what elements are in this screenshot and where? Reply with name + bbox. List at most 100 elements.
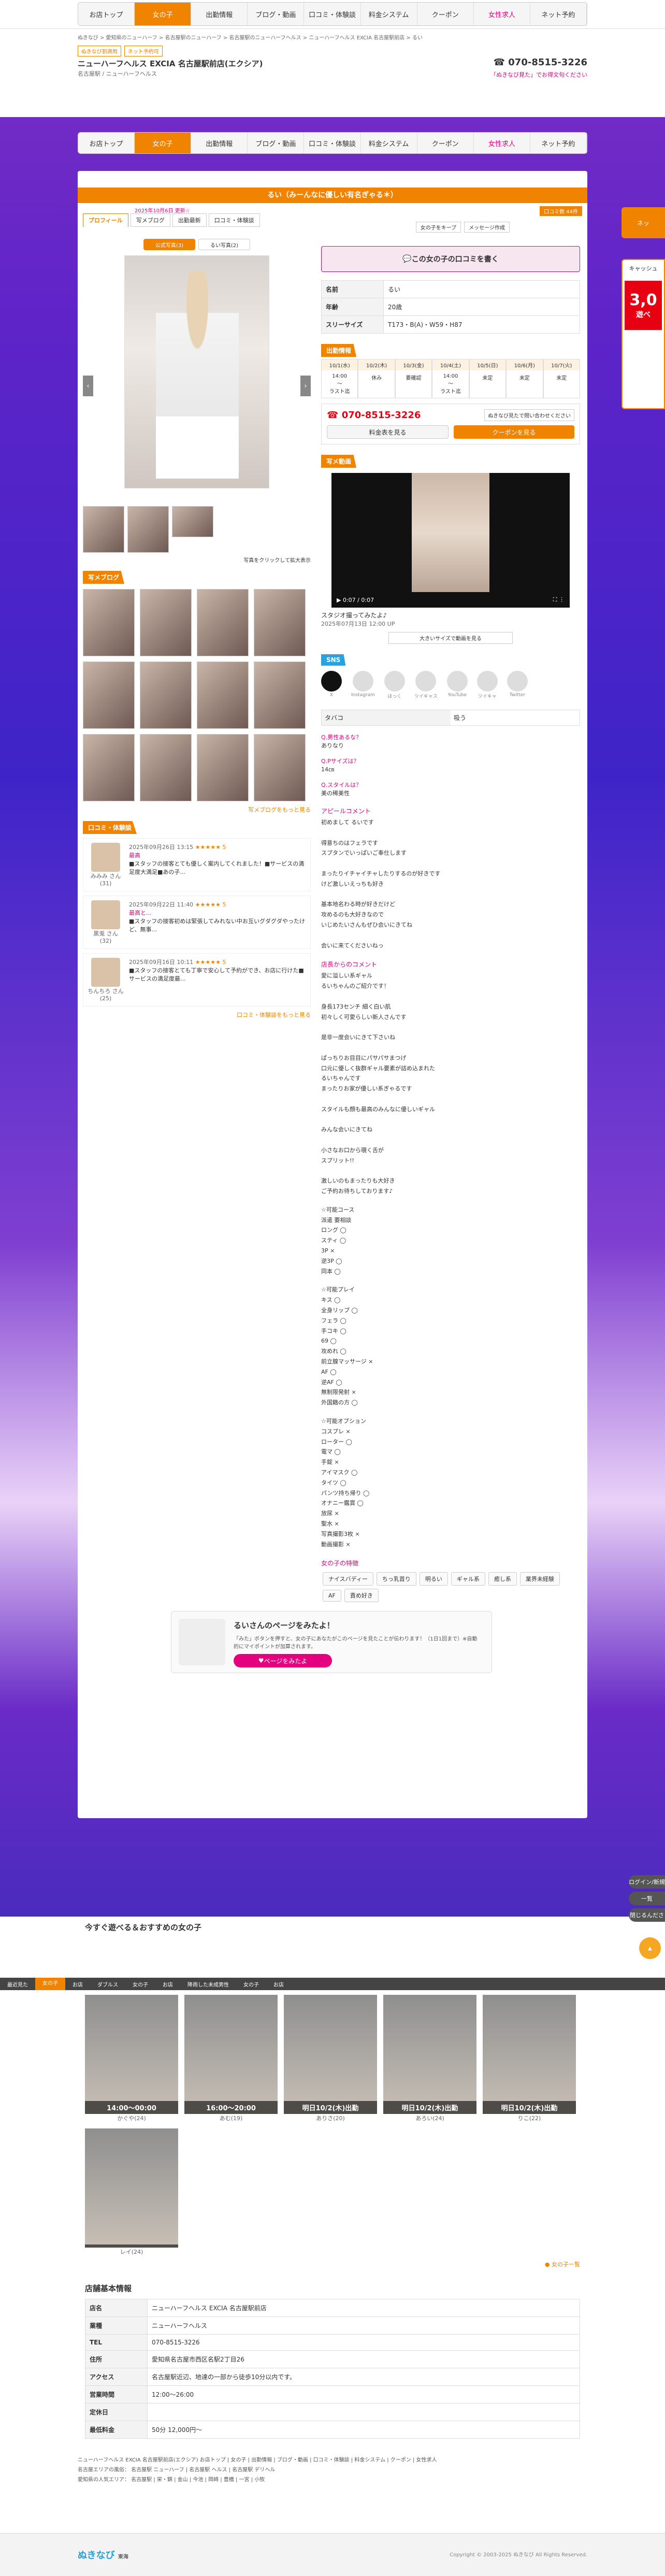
nav-schedule[interactable]: 出勤情報: [191, 3, 248, 25]
history-tab[interactable]: ダブルス: [90, 1980, 125, 1988]
recommend-girl[interactable]: 16:00〜20:00 あむ(19): [184, 1995, 278, 2122]
blog-thumb[interactable]: [197, 734, 249, 801]
right-ad-tab[interactable]: ネッ: [621, 207, 665, 238]
photo-thumb[interactable]: [83, 506, 124, 553]
scroll-top-button[interactable]: ▲: [639, 1937, 661, 1959]
history-tab[interactable]: 女の子: [35, 1978, 65, 1990]
recommend-girl[interactable]: レイ(24): [85, 2128, 178, 2256]
footer-shop-links[interactable]: ニューハーフヘルス EXCIA 名古屋駅前店(エクシア) お店トップ | 女の子…: [78, 2455, 587, 2465]
photo-thumb[interactable]: [172, 506, 213, 537]
sns-link[interactable]: X: [321, 671, 342, 699]
footer-area2[interactable]: 愛知県の人気エリア： 名古屋駅 | 栄・錦 | 金山 | 今池 | 岡崎 | 豊…: [78, 2475, 587, 2485]
blog-thumb[interactable]: [140, 734, 192, 801]
write-review-button[interactable]: 💬 この女の子の口コミを書く: [321, 246, 580, 272]
sns-link[interactable]: Instagram: [351, 671, 375, 699]
nav2-schedule[interactable]: 出勤情報: [191, 133, 248, 153]
nav-price[interactable]: 料金システム: [361, 3, 417, 25]
main-photo[interactable]: [124, 255, 269, 488]
blog-thumb[interactable]: [83, 661, 135, 729]
nav2-blog[interactable]: ブログ・動画: [248, 133, 305, 153]
feature-tag[interactable]: AF: [323, 1590, 341, 1602]
nav-shop-top[interactable]: お店トップ: [78, 3, 135, 25]
nav-girls[interactable]: 女の子: [135, 3, 192, 25]
footer-logo[interactable]: ぬきなび 東海: [78, 2548, 128, 2561]
history-tab[interactable]: お店: [155, 1980, 180, 1988]
blog-thumb[interactable]: [197, 589, 249, 656]
recommend-girl[interactable]: 明日10/2(木)出勤 りこ(22): [483, 1995, 576, 2122]
feature-tag[interactable]: 業界未経験: [519, 1572, 560, 1586]
side-close-button[interactable]: 閉じるんださ: [629, 1908, 665, 1922]
video-large-button[interactable]: 大きいサイズで動画を見る: [388, 632, 513, 644]
photo-prev-icon[interactable]: ‹: [83, 376, 93, 396]
side-list-button[interactable]: 一覧: [629, 1892, 665, 1905]
blog-thumb[interactable]: [140, 589, 192, 656]
feature-tag[interactable]: 明るい: [419, 1572, 448, 1586]
tab-reviews[interactable]: 口コミ・体験談: [208, 213, 260, 227]
nav-blog[interactable]: ブログ・動画: [248, 3, 305, 25]
nav2-shop-top[interactable]: お店トップ: [78, 133, 135, 153]
sns-link[interactable]: YouTube: [446, 671, 468, 699]
keep-girl-button[interactable]: 女の子をキープ: [415, 222, 461, 233]
sns-link[interactable]: ツイキャス: [414, 671, 438, 699]
review-item[interactable]: みみみ さん(31) 2025年09月26日 13:15 ★★★★★ 5 最高 ■スタ…: [83, 838, 311, 891]
recommend-girl[interactable]: 明日10/2(木)出勤 ありさ(20): [284, 1995, 377, 2122]
photo-blog-more-link[interactable]: 写メブログをもっと見る: [83, 805, 311, 814]
history-tab[interactable]: お店: [266, 1980, 291, 1988]
history-tab[interactable]: お店: [65, 1980, 90, 1988]
shop-name[interactable]: ニューハーフヘルス EXCIA 名古屋駅前店(エクシア): [78, 58, 263, 69]
blog-thumb[interactable]: [83, 589, 135, 656]
blog-thumb[interactable]: [254, 661, 306, 729]
blog-thumb[interactable]: [140, 661, 192, 729]
message-button[interactable]: メッセージ作成: [464, 222, 510, 233]
feature-tag[interactable]: 癒し系: [488, 1572, 517, 1586]
nav2-reviews[interactable]: 口コミ・体験談: [304, 133, 361, 153]
history-tab[interactable]: 女の子: [236, 1980, 266, 1988]
blog-thumb[interactable]: [254, 589, 306, 656]
price-table-button[interactable]: 料金表を見る: [327, 425, 449, 439]
video-play-icon[interactable]: ▶ 0:07 / 0:07: [337, 597, 374, 603]
call-tel[interactable]: ☎ 070-8515-3226: [327, 410, 421, 421]
nav2-coupon[interactable]: クーポン: [417, 133, 474, 153]
footer-area1[interactable]: 名古屋エリアの風俗： 名古屋駅 ニューハーフ | 名古屋駅 ヘルス | 名古屋駅…: [78, 2465, 587, 2475]
tab-schedule[interactable]: 出勤最新: [172, 213, 207, 227]
shop-tel[interactable]: ☎ 070-8515-3226: [494, 57, 587, 68]
nav-recruit[interactable]: 女性求人: [474, 3, 530, 25]
photo-next-icon[interactable]: ›: [300, 376, 311, 396]
feature-tag[interactable]: ちっ乳首り: [376, 1572, 416, 1586]
blog-thumb[interactable]: [83, 734, 135, 801]
video-fullscreen-icon[interactable]: ⛶ ⋮: [553, 596, 565, 603]
reviews-more-link[interactable]: 口コミ・体験談をもっと見る: [83, 1011, 311, 1019]
tab-photo-blog[interactable]: 写メブログ: [130, 213, 170, 227]
nav2-price[interactable]: 料金システム: [361, 133, 417, 153]
nav2-reserve[interactable]: ネット予約: [530, 133, 587, 153]
photo-tab-girl[interactable]: るい写真(2): [198, 239, 250, 250]
photo-tab-official[interactable]: 公式写真(3): [143, 239, 195, 250]
review-item[interactable]: 黒兎 さん(32) 2025年09月22日 11:40 ★★★★★ 5 最高と...…: [83, 896, 311, 949]
nav-reserve[interactable]: ネット予約: [530, 3, 587, 25]
photo-thumb[interactable]: [127, 506, 169, 553]
nav2-recruit[interactable]: 女性求人: [474, 133, 530, 153]
blog-thumb[interactable]: [197, 661, 249, 729]
tab-profile[interactable]: プロフィール: [83, 213, 128, 227]
history-tab[interactable]: 降雨した未成男性: [180, 1980, 236, 1988]
nav2-girls[interactable]: 女の子: [135, 133, 192, 153]
girls-list-link[interactable]: ● 女の子一覧: [78, 2256, 587, 2272]
sns-link[interactable]: ツイキャ: [476, 671, 498, 699]
nav-coupon[interactable]: クーポン: [417, 3, 474, 25]
feature-tag[interactable]: ギャル系: [451, 1572, 485, 1586]
blog-thumb[interactable]: [254, 734, 306, 801]
nav-reviews[interactable]: 口コミ・体験談: [304, 3, 361, 25]
promo-seen-button[interactable]: ♥ ページをみたよ: [234, 1654, 332, 1667]
coupon-button[interactable]: クーポンを見る: [454, 425, 574, 439]
side-login-button[interactable]: ログイン/新規: [629, 1875, 665, 1889]
recommend-girl[interactable]: 明日10/2(木)出勤 あろい(24): [383, 1995, 476, 2122]
recommend-girl[interactable]: 14:00〜00:00 かぐや(24): [85, 1995, 178, 2122]
sns-link[interactable]: Twitter: [507, 671, 528, 699]
right-ad-banner[interactable]: キャッシュ 3,0 遊べ: [621, 259, 665, 409]
history-tab[interactable]: 女の子: [125, 1980, 155, 1988]
review-item[interactable]: ちんちろ さん(25) 2025年09月16日 10:11 ★★★★★ 5 ■スタッ…: [83, 953, 311, 1006]
video-player[interactable]: ▶ 0:07 / 0:07 ⛶ ⋮: [331, 473, 570, 608]
history-tab[interactable]: 最近見た: [0, 1980, 35, 1988]
sns-link[interactable]: ほっく: [384, 671, 405, 699]
feature-tag[interactable]: 責め好き: [344, 1589, 379, 1603]
